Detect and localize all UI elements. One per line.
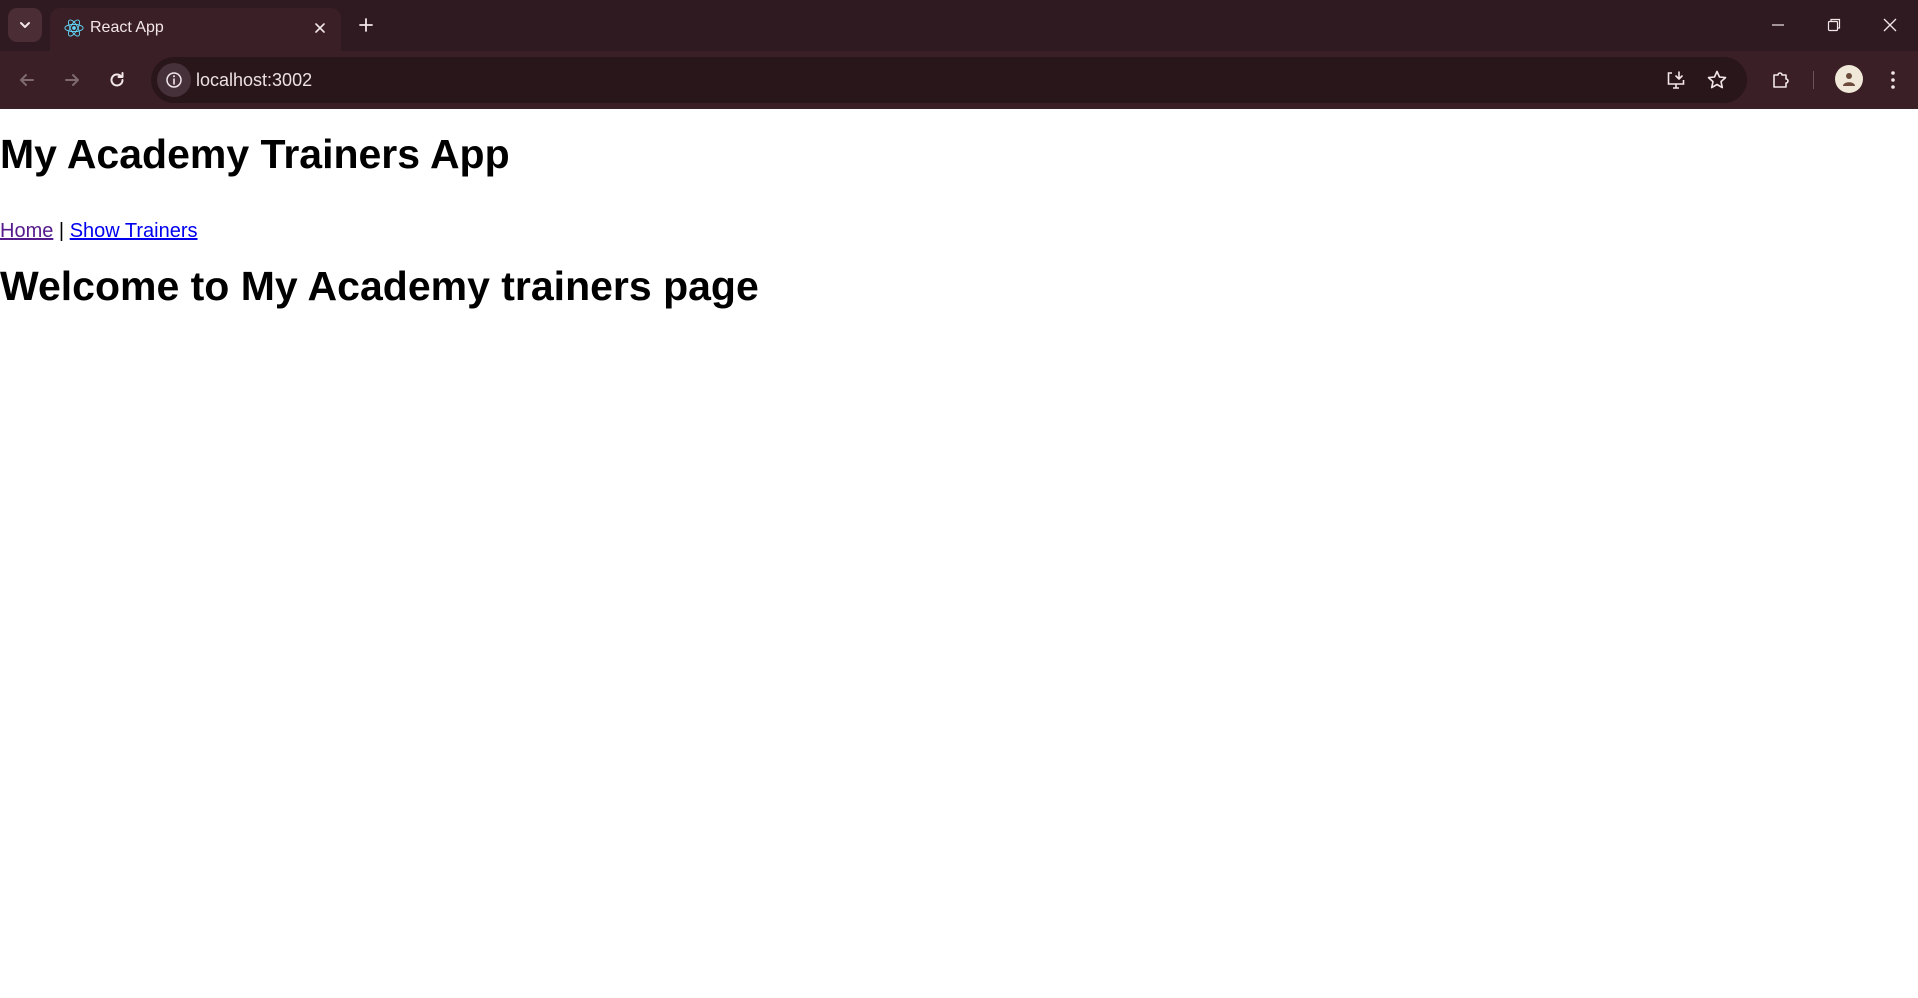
browser-menu-button[interactable] [1876, 63, 1910, 97]
tab-react-app[interactable]: React App [50, 8, 341, 51]
kebab-menu-icon [1891, 71, 1895, 89]
plus-icon [359, 18, 373, 32]
address-bar[interactable]: localhost:3002 [151, 57, 1747, 103]
info-icon [166, 72, 182, 88]
tab-strip: React App [0, 0, 1918, 51]
profile-icon [1843, 73, 1855, 86]
tab-close-icon[interactable] [308, 16, 332, 40]
toolbar-divider [1813, 71, 1814, 89]
close-icon [1883, 18, 1897, 32]
app-title: My Academy Trainers App [0, 131, 510, 177]
minimize-icon [1772, 24, 1784, 26]
arrow-right-icon [65, 74, 79, 86]
page-nav: Home | Show Trainers [0, 218, 198, 244]
install-icon [1667, 71, 1685, 89]
arrow-left-icon [20, 74, 34, 86]
tab-title: React App [90, 19, 164, 36]
bookmark-button[interactable] [1702, 65, 1732, 95]
new-tab-button[interactable] [351, 10, 381, 40]
chevron-down-icon [20, 22, 30, 28]
site-info-button[interactable] [157, 63, 191, 97]
star-icon [1707, 70, 1727, 89]
close-window-button[interactable] [1862, 0, 1918, 50]
url-text[interactable]: localhost:3002 [196, 57, 312, 103]
restore-button[interactable] [1806, 0, 1862, 50]
show-trainers-link[interactable]: Show Trainers [70, 220, 198, 242]
puzzle-icon [1773, 72, 1789, 88]
forward-button[interactable] [55, 63, 89, 97]
restore-icon [1827, 18, 1841, 32]
page-content: My Academy Trainers App Home | Show Trai… [0, 109, 1918, 998]
browser-window: React App localhost:3002 [0, 0, 1918, 109]
reload-button[interactable] [100, 63, 134, 97]
nav-separator: | [58, 220, 65, 242]
install-app-button[interactable] [1661, 65, 1691, 95]
minimize-button[interactable] [1750, 0, 1806, 50]
profile-avatar[interactable] [1835, 65, 1863, 93]
back-button[interactable] [10, 63, 44, 97]
browser-toolbar: localhost:3002 [0, 51, 1918, 109]
extensions-button[interactable] [1764, 63, 1798, 97]
welcome-heading: Welcome to My Academy trainers page [0, 263, 759, 309]
home-link[interactable]: Home [0, 220, 53, 242]
reload-icon [110, 72, 124, 87]
react-icon [61, 15, 87, 41]
tab-search-button[interactable] [8, 8, 42, 42]
